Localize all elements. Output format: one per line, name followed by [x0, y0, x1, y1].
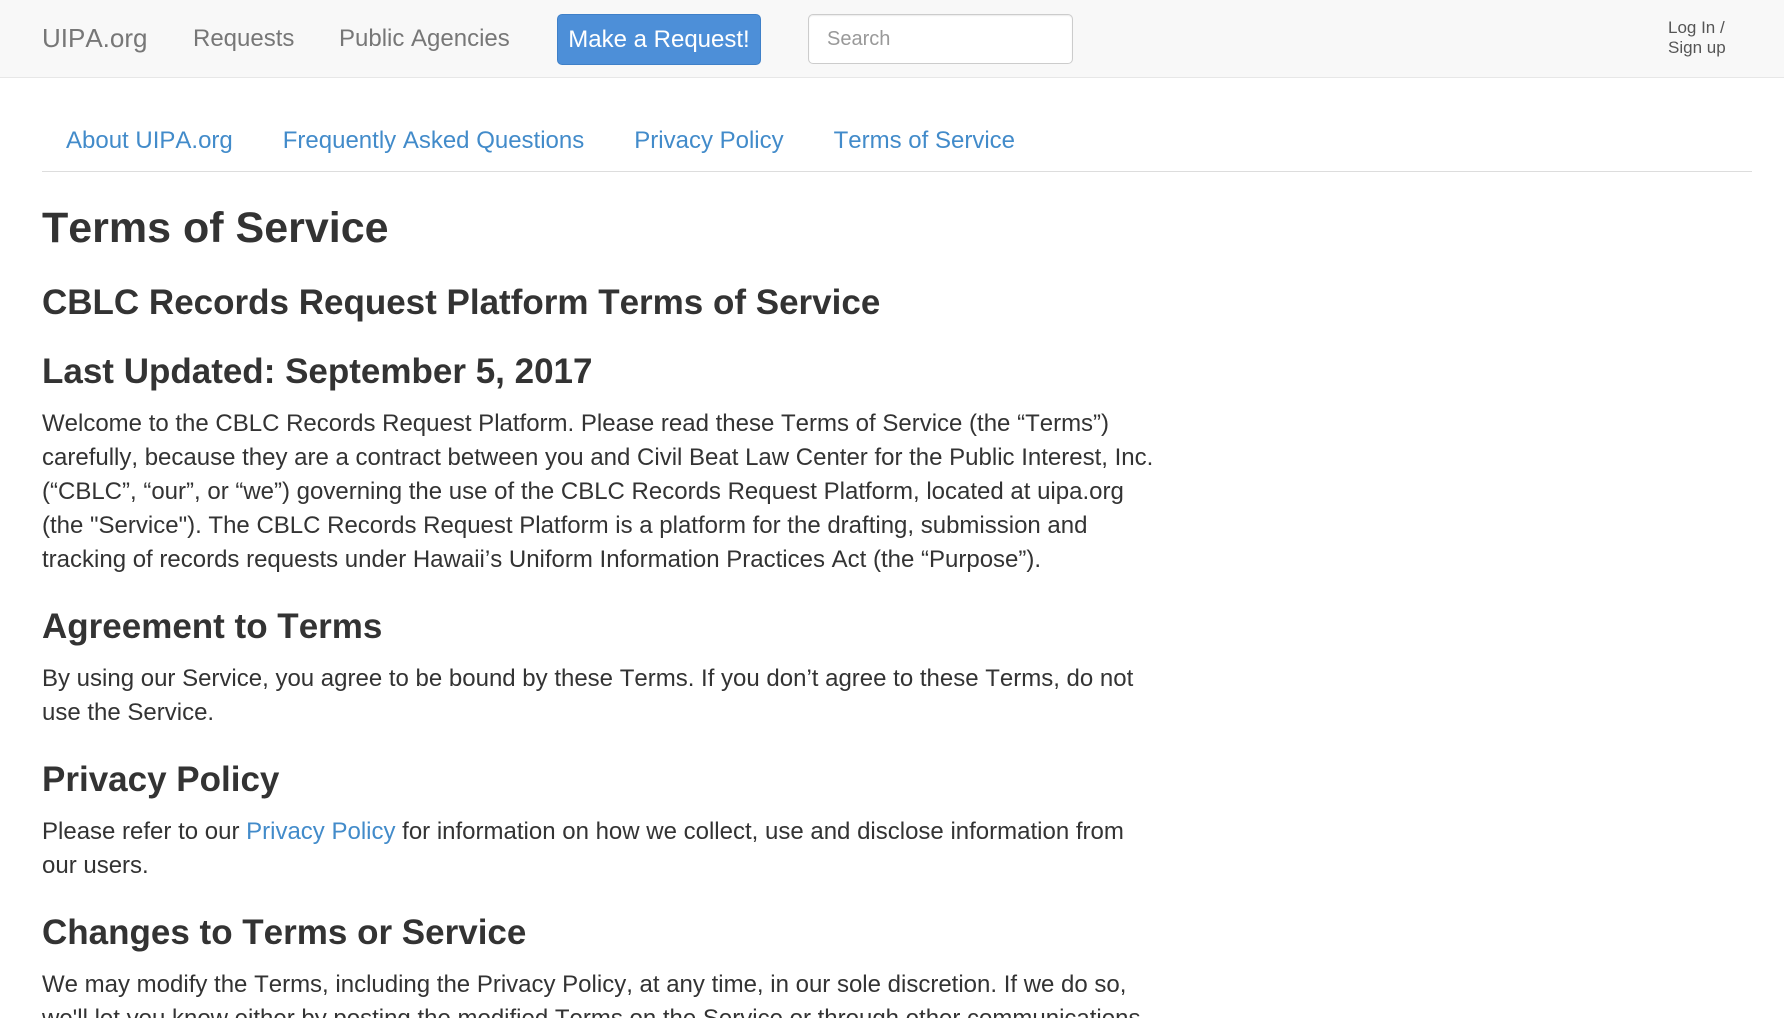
- privacy-text-before: Please refer to our: [42, 818, 247, 845]
- login-signup-link[interactable]: Log In / Sign up: [1668, 18, 1734, 58]
- tab-faq[interactable]: Frequently Asked Questions: [259, 111, 609, 171]
- nav-link-public-agencies[interactable]: Public Agencies: [339, 0, 510, 77]
- top-navbar: UIPA.org Requests Public Agencies Make a…: [0, 0, 1784, 78]
- document-title: CBLC Records Request Platform Terms of S…: [42, 283, 881, 322]
- privacy-policy-link[interactable]: Privacy Policy: [246, 818, 395, 845]
- brand-link[interactable]: UIPA.org: [42, 0, 148, 77]
- nav-link-requests[interactable]: Requests: [193, 0, 294, 77]
- tab-privacy-policy[interactable]: Privacy Policy: [610, 111, 807, 171]
- search-input[interactable]: [808, 14, 1073, 64]
- privacy-heading: Privacy Policy: [42, 760, 280, 799]
- privacy-paragraph: Please refer to our Privacy Policy for i…: [42, 815, 1159, 883]
- terms-content: Terms of Service CBLC Records Request Pl…: [42, 172, 1159, 1018]
- intro-paragraph: Welcome to the CBLC Records Request Plat…: [42, 410, 1154, 573]
- agreement-heading: Agreement to Terms: [42, 607, 383, 646]
- about-subnav: About UIPA.org Frequently Asked Question…: [42, 111, 1752, 172]
- agreement-paragraph: By using our Service, you agree to be bo…: [42, 665, 1134, 726]
- last-updated-heading: Last Updated: September 5, 2017: [42, 352, 593, 391]
- page-title: Terms of Service: [42, 204, 389, 252]
- tab-terms-of-service[interactable]: Terms of Service: [810, 111, 1039, 171]
- changes-paragraph: We may modify the Terms, including the P…: [42, 971, 1140, 1018]
- changes-heading: Changes to Terms or Service: [42, 913, 527, 952]
- make-request-button[interactable]: Make a Request!: [557, 14, 761, 65]
- tab-about[interactable]: About UIPA.org: [42, 111, 257, 171]
